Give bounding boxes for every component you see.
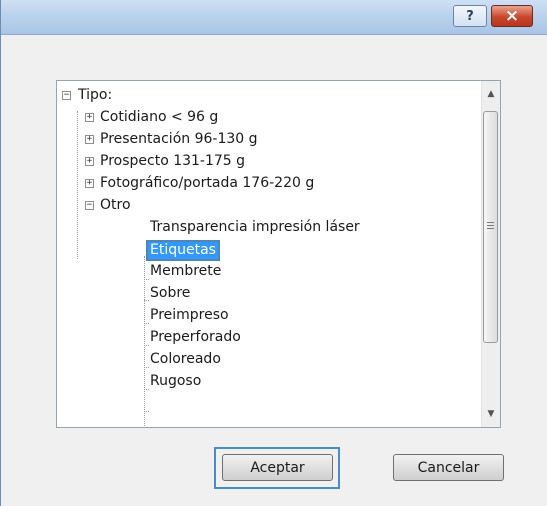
tree-item-presentacion[interactable]: Presentación 96-130 g — [100, 131, 258, 148]
tree-item-transparencia[interactable]: Transparencia impresión láser — [150, 219, 360, 236]
scroll-up-icon[interactable]: ▲ — [482, 85, 500, 103]
paper-type-dialog: ? × − Tipo: + Cotidiano < 96 g + Present… — [0, 0, 547, 506]
tree-connector — [144, 300, 149, 301]
tree-connector — [144, 323, 149, 324]
close-button[interactable]: × — [491, 5, 533, 27]
tree-connector — [144, 367, 149, 368]
tree-connector — [77, 111, 78, 259]
tree-item-cotidiano[interactable]: Cotidiano < 96 g — [100, 109, 218, 126]
scroll-down-icon[interactable]: ▼ — [482, 405, 500, 423]
expand-icon[interactable]: + — [85, 135, 94, 144]
tree-connector — [144, 389, 149, 390]
tree-item-rugoso[interactable]: Rugoso — [150, 373, 201, 390]
help-icon: ? — [466, 8, 474, 24]
scrollbar-thumb[interactable] — [483, 111, 498, 343]
expand-icon[interactable]: + — [85, 113, 94, 122]
paper-type-tree[interactable]: − Tipo: + Cotidiano < 96 g + Presentació… — [56, 80, 501, 428]
tree-item-preperforado[interactable]: Preperforado — [150, 329, 241, 346]
expand-icon[interactable]: + — [85, 157, 94, 166]
close-icon: × — [504, 6, 520, 26]
tree-connector — [144, 411, 149, 412]
ok-button[interactable]: Aceptar — [222, 454, 333, 481]
tree-connector — [144, 279, 149, 280]
tree-item-prospecto[interactable]: Prospecto 131-175 g — [100, 153, 245, 170]
tree-connector — [144, 345, 149, 346]
help-button[interactable]: ? — [453, 5, 487, 27]
tree-root[interactable]: Tipo: — [78, 87, 112, 104]
grip-icon — [487, 222, 494, 223]
tree-connector — [144, 256, 145, 427]
tree-item-preimpreso[interactable]: Preimpreso — [150, 307, 229, 324]
tree-item-otro[interactable]: Otro — [100, 197, 131, 214]
collapse-icon[interactable]: − — [85, 201, 94, 210]
vertical-scrollbar[interactable]: ▲ ▼ — [481, 81, 500, 427]
tree-item-membrete[interactable]: Membrete — [150, 263, 221, 280]
collapse-icon[interactable]: − — [62, 91, 71, 100]
tree-item-sobre[interactable]: Sobre — [150, 285, 190, 302]
tree-item-coloreado[interactable]: Coloreado — [150, 351, 221, 368]
expand-icon[interactable]: + — [85, 179, 94, 188]
tree-item-fotografico[interactable]: Fotográfico/portada 176-220 g — [100, 175, 314, 192]
title-bar: ? × — [1, 0, 547, 35]
tree-item-etiquetas-selected[interactable]: Etiquetas — [146, 240, 220, 261]
cancel-button[interactable]: Cancelar — [393, 454, 504, 481]
